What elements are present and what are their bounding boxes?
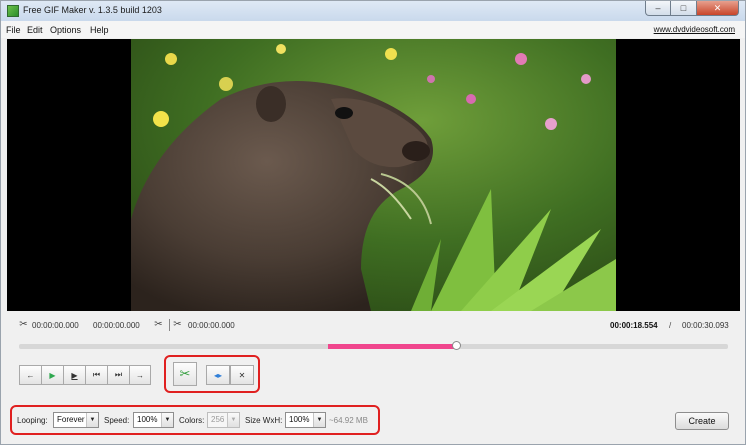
delete-button[interactable]: ✕ — [230, 365, 254, 385]
looping-label: Looping: — [17, 416, 48, 425]
chevron-down-icon: ▼ — [313, 413, 325, 427]
video-preview[interactable] — [7, 39, 740, 311]
total-time: 00:00:30.093 — [682, 321, 729, 330]
colors-value: 256 — [211, 415, 225, 424]
menu-edit[interactable]: Edit — [27, 25, 43, 35]
colors-select: 256 ▼ — [207, 412, 240, 428]
step-forward-button[interactable]: → — [129, 365, 151, 385]
title-bar: Free GIF Maker v. 1.3.5 build 1203 – □ ✕ — [1, 1, 745, 21]
size-select[interactable]: 100% ▼ — [285, 412, 326, 428]
website-link[interactable]: www.dvdvideosoft.com — [654, 25, 735, 34]
speed-label: Speed: — [104, 416, 130, 425]
size-estimate: ~64.92 MB — [329, 416, 368, 425]
selection-start-time: 00:00:00.000 — [32, 321, 79, 330]
split-button[interactable]: ◂▸ — [206, 365, 230, 385]
selection-start-icon[interactable]: ✂ — [18, 319, 29, 331]
window-title: Free GIF Maker v. 1.3.5 build 1203 — [23, 5, 162, 15]
app-window: Free GIF Maker v. 1.3.5 build 1203 – □ ✕… — [0, 0, 746, 445]
minimize-button[interactable]: – — [645, 1, 671, 16]
marmot-video-frame — [131, 39, 616, 311]
looping-value: Forever — [57, 415, 85, 424]
play-button[interactable]: ▶ — [41, 365, 63, 385]
time-separator: / — [669, 321, 672, 330]
maximize-button[interactable]: □ — [671, 1, 697, 16]
go-start-button[interactable]: ⏮ — [85, 365, 107, 385]
step-back-button[interactable]: ← — [19, 365, 41, 385]
set-end-icon[interactable]: ✂ — [172, 319, 183, 331]
divider — [169, 319, 170, 331]
cut-button[interactable]: ✂ — [173, 362, 197, 386]
selection-length-time: 00:00:00.000 — [93, 321, 140, 330]
colors-label: Colors: — [179, 416, 205, 425]
current-time: 00:00:18.554 — [610, 321, 658, 330]
size-label: Size WxH: — [245, 416, 283, 425]
menu-file[interactable]: File — [6, 25, 21, 35]
timeline-selection — [328, 344, 456, 349]
selection-end-time: 00:00:00.000 — [188, 321, 235, 330]
close-button[interactable]: ✕ — [697, 1, 739, 16]
app-icon — [7, 5, 19, 17]
set-start-icon[interactable]: ✂ — [153, 319, 164, 331]
playback-controls: ← ▶ ▶ ⏮ ⏭ → — [19, 365, 151, 385]
size-value: 100% — [289, 415, 310, 424]
speed-value: 100% — [137, 415, 158, 424]
play-selection-button[interactable]: ▶ — [63, 365, 85, 385]
time-row: ✂ 00:00:00.000 00:00:00.000 ✂ ✂ 00:00:00… — [1, 319, 745, 333]
window-controls: – □ ✕ — [645, 1, 739, 17]
chevron-down-icon: ▼ — [161, 413, 173, 427]
go-end-button[interactable]: ⏭ — [107, 365, 129, 385]
speed-select[interactable]: 100% ▼ — [133, 412, 174, 428]
menu-options[interactable]: Options — [50, 25, 81, 35]
scissors-icon: ✂ — [179, 366, 191, 381]
timeline-handle[interactable] — [451, 341, 461, 350]
looping-select[interactable]: Forever ▼ — [53, 412, 99, 428]
chevron-down-icon: ▼ — [86, 413, 98, 427]
menu-bar: File Edit Options Help www.dvdvideosoft.… — [1, 21, 745, 38]
create-button[interactable]: Create — [675, 412, 729, 430]
menu-help[interactable]: Help — [90, 25, 109, 35]
chevron-down-icon: ▼ — [227, 413, 239, 427]
timeline-track[interactable] — [19, 341, 728, 350]
video-frame — [131, 39, 616, 311]
